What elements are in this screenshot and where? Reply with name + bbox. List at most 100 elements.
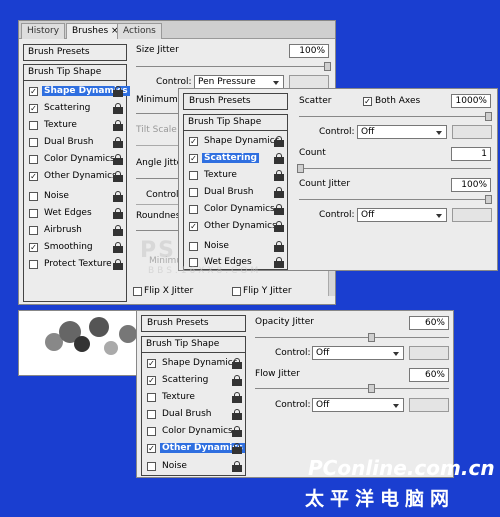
count-slider-thumb[interactable] bbox=[297, 164, 304, 173]
size-jitter-slider-track[interactable] bbox=[136, 66, 328, 67]
option-scattering[interactable]: ✓ Scattering bbox=[184, 151, 287, 167]
brush-tip-shape-header[interactable]: Brush Tip Shape bbox=[142, 337, 245, 353]
checkbox-other-dynamics[interactable]: ✓ bbox=[29, 172, 38, 181]
lock-icon[interactable] bbox=[274, 170, 284, 181]
checkbox-other-dynamics[interactable]: ✓ bbox=[189, 222, 198, 231]
count-jitter-slider-thumb[interactable] bbox=[485, 195, 492, 204]
option-shape-dynamics[interactable]: ✓ Shape Dynamics bbox=[184, 134, 287, 150]
option-dual-brush[interactable]: Dual Brush bbox=[184, 185, 287, 201]
opacity-jitter-track[interactable] bbox=[255, 337, 449, 338]
flow-control-dropdown[interactable]: Off bbox=[312, 398, 404, 412]
tab-history[interactable]: History bbox=[21, 23, 66, 39]
lock-icon[interactable] bbox=[232, 443, 242, 454]
checkbox-shape-dynamics[interactable]: ✓ bbox=[29, 87, 38, 96]
option-other-dynamics[interactable]: ✓ Other Dynamics bbox=[184, 219, 287, 235]
checkbox-texture[interactable] bbox=[147, 393, 156, 402]
checkbox-airbrush[interactable] bbox=[29, 226, 38, 235]
option-wet-edges[interactable]: Wet Edges bbox=[24, 206, 126, 222]
brush-presets-button[interactable]: Brush Presets bbox=[141, 315, 246, 332]
option-scattering[interactable]: ✓ Scattering bbox=[24, 101, 126, 117]
brush-tip-shape-header[interactable]: Brush Tip Shape bbox=[24, 65, 126, 81]
lock-icon[interactable] bbox=[113, 154, 123, 165]
checkbox-noise[interactable] bbox=[189, 242, 198, 251]
tab-actions[interactable]: Actions bbox=[117, 23, 162, 39]
option-color-dynamics[interactable]: Color Dynamics bbox=[24, 152, 126, 168]
lock-icon[interactable] bbox=[113, 208, 123, 219]
lock-icon[interactable] bbox=[113, 137, 123, 148]
option-smoothing[interactable]: ✓ Smoothing bbox=[24, 240, 126, 256]
checkbox-texture[interactable] bbox=[29, 121, 38, 130]
option-dual-brush[interactable]: Dual Brush bbox=[24, 135, 126, 151]
lock-icon[interactable] bbox=[274, 221, 284, 232]
lock-icon[interactable] bbox=[113, 120, 123, 131]
opacity-jitter-thumb[interactable] bbox=[368, 333, 375, 342]
checkbox-smoothing[interactable]: ✓ bbox=[29, 243, 38, 252]
checkbox-wet-edges[interactable] bbox=[29, 209, 38, 218]
count-jitter-slider-track[interactable] bbox=[299, 199, 491, 200]
checkbox-dual-brush[interactable] bbox=[147, 410, 156, 419]
checkbox-noise[interactable] bbox=[29, 192, 38, 201]
opacity-control-dropdown[interactable]: Off bbox=[312, 346, 404, 360]
checkbox-dual-brush[interactable] bbox=[29, 138, 38, 147]
checkbox-scattering[interactable]: ✓ bbox=[29, 104, 38, 113]
option-shape-dynamics[interactable]: ✓ Shape Dynamics bbox=[24, 84, 130, 100]
lock-icon[interactable] bbox=[274, 204, 284, 215]
checkbox-color-dynamics[interactable] bbox=[147, 427, 156, 436]
count-jitter-value[interactable]: 100% bbox=[451, 178, 491, 192]
lock-icon[interactable] bbox=[113, 191, 123, 202]
checkbox-dual-brush[interactable] bbox=[189, 188, 198, 197]
lock-icon[interactable] bbox=[232, 392, 242, 403]
size-jitter-value[interactable]: 100% bbox=[289, 44, 329, 58]
lock-icon[interactable] bbox=[274, 241, 284, 252]
option-airbrush[interactable]: Airbrush bbox=[24, 223, 126, 239]
option-dual-brush[interactable]: Dual Brush bbox=[142, 407, 245, 423]
lock-icon[interactable] bbox=[113, 242, 123, 253]
lock-icon[interactable] bbox=[113, 225, 123, 236]
control-dropdown[interactable]: Pen Pressure bbox=[194, 75, 284, 89]
option-protect-texture[interactable]: Protect Texture bbox=[24, 257, 126, 273]
lock-icon[interactable] bbox=[274, 257, 284, 268]
option-texture[interactable]: Texture bbox=[142, 390, 245, 406]
count-slider-track[interactable] bbox=[299, 168, 491, 169]
lock-icon[interactable] bbox=[113, 171, 123, 182]
checkbox-shape-dynamics[interactable]: ✓ bbox=[189, 137, 198, 146]
checkbox-color-dynamics[interactable] bbox=[29, 155, 38, 164]
lock-icon[interactable] bbox=[232, 461, 242, 472]
brush-presets-button[interactable]: Brush Presets bbox=[183, 93, 288, 110]
brush-presets-button[interactable]: Brush Presets bbox=[23, 44, 127, 61]
both-axes-checkbox[interactable]: ✓ bbox=[363, 97, 372, 106]
checkbox-scattering[interactable]: ✓ bbox=[189, 154, 198, 163]
count-value[interactable]: 1 bbox=[451, 147, 491, 161]
lock-icon[interactable] bbox=[232, 375, 242, 386]
brush-tip-shape-header[interactable]: Brush Tip Shape bbox=[184, 115, 287, 131]
size-jitter-slider-thumb[interactable] bbox=[324, 62, 331, 71]
option-color-dynamics[interactable]: Color Dynamics bbox=[142, 424, 245, 440]
lock-icon[interactable] bbox=[274, 136, 284, 147]
option-texture[interactable]: Texture bbox=[184, 168, 287, 184]
flow-jitter-thumb[interactable] bbox=[368, 384, 375, 393]
option-other-dynamics[interactable]: ✓ Other Dynamics bbox=[24, 169, 126, 185]
scatter-control-dropdown[interactable]: Off bbox=[357, 125, 447, 139]
option-noise[interactable]: Noise bbox=[24, 189, 126, 205]
flow-jitter-value[interactable]: 60% bbox=[409, 368, 449, 382]
lock-icon[interactable] bbox=[113, 259, 123, 270]
lock-icon[interactable] bbox=[274, 153, 284, 164]
lock-icon[interactable] bbox=[232, 426, 242, 437]
option-shape-dynamics[interactable]: ✓ Shape Dynamics bbox=[142, 356, 245, 372]
checkbox-noise[interactable] bbox=[147, 462, 156, 471]
checkbox-color-dynamics[interactable] bbox=[189, 205, 198, 214]
count-control-dropdown[interactable]: Off bbox=[357, 208, 447, 222]
checkbox-other-dynamics[interactable]: ✓ bbox=[147, 444, 156, 453]
option-other-dynamics[interactable]: ✓ Other Dynamics bbox=[142, 441, 246, 457]
flow-jitter-track[interactable] bbox=[255, 388, 449, 389]
flip-x-checkbox[interactable] bbox=[133, 287, 142, 296]
checkbox-scattering[interactable]: ✓ bbox=[147, 376, 156, 385]
checkbox-shape-dynamics[interactable]: ✓ bbox=[147, 359, 156, 368]
opacity-jitter-value[interactable]: 60% bbox=[409, 316, 449, 330]
option-texture[interactable]: Texture bbox=[24, 118, 126, 134]
scatter-value[interactable]: 1000% bbox=[451, 94, 491, 108]
scatter-slider-track[interactable] bbox=[299, 116, 491, 117]
option-noise[interactable]: Noise bbox=[184, 239, 287, 255]
lock-icon[interactable] bbox=[113, 103, 123, 114]
option-noise[interactable]: Noise bbox=[142, 459, 245, 475]
